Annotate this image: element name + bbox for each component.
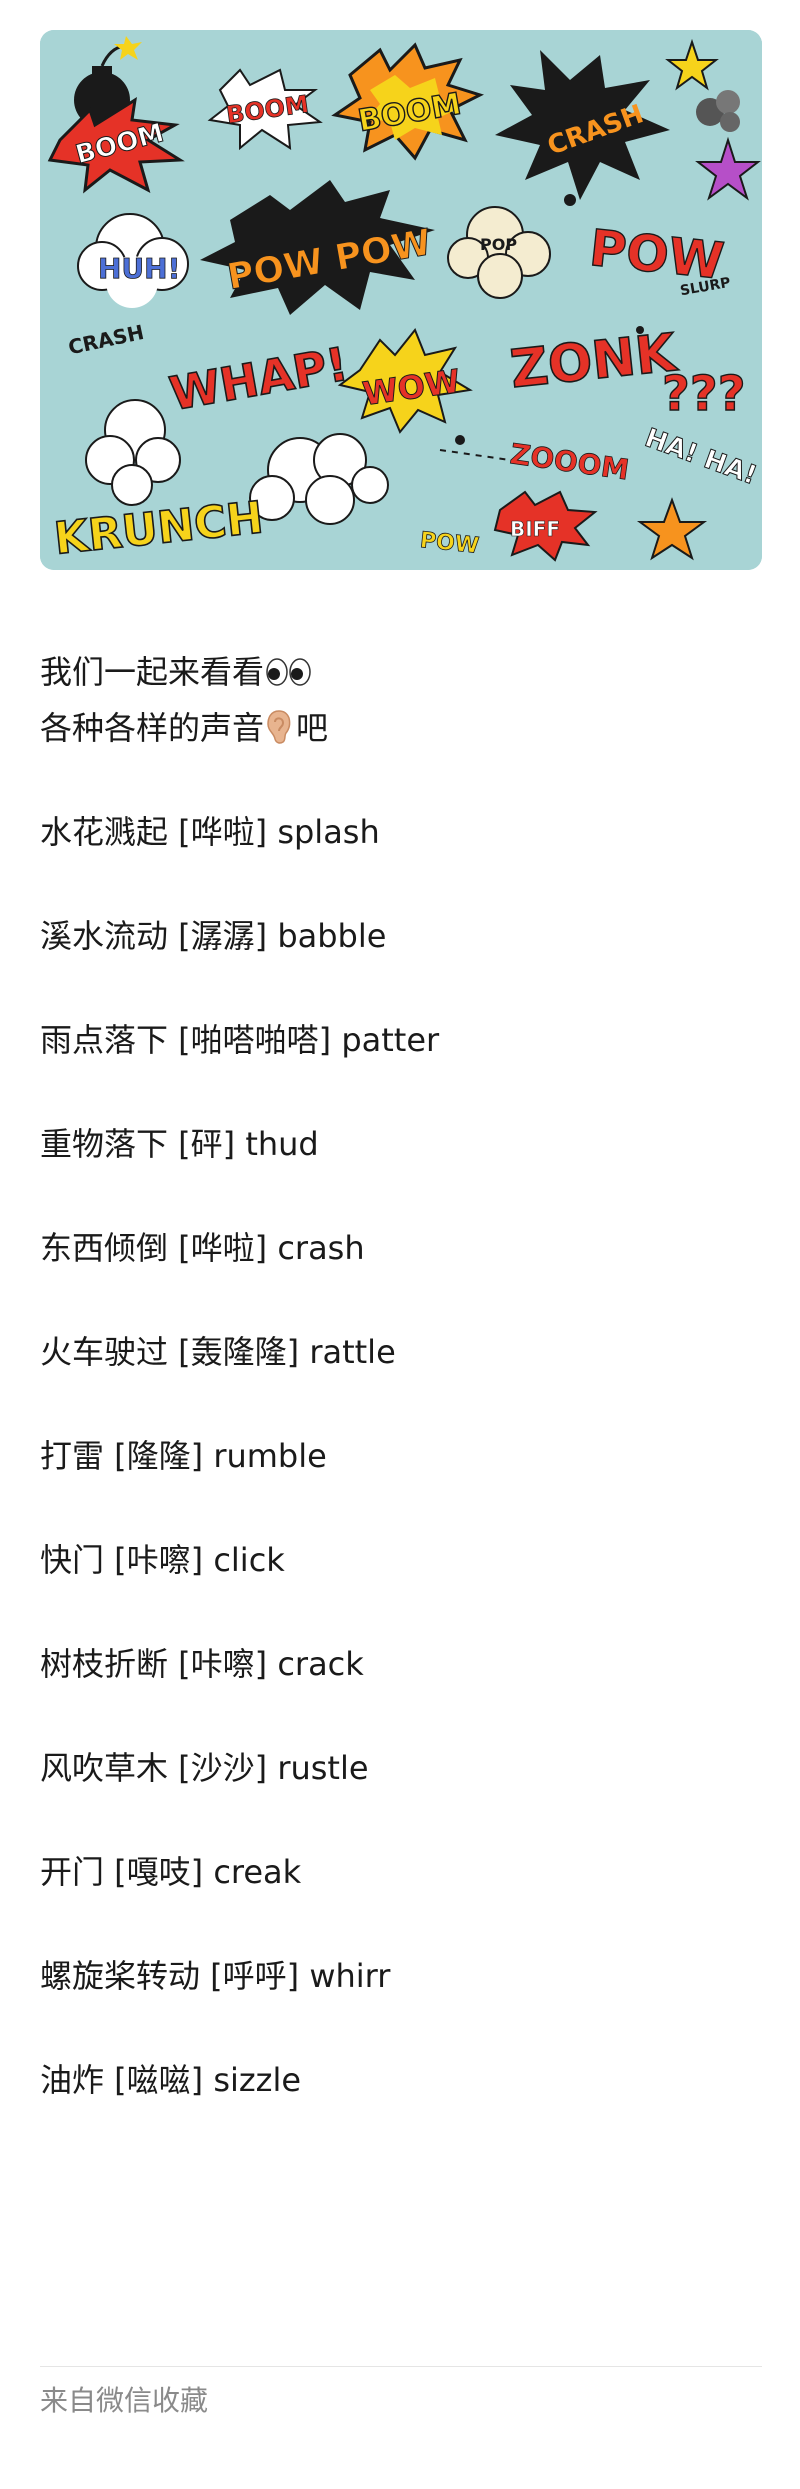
comic-word-biff: BIFF xyxy=(510,517,560,541)
list-item: 树枝折断 [咔嚓] crack xyxy=(40,1645,364,1683)
list-item: 东西倾倒 [哗啦] crash xyxy=(40,1229,365,1267)
sound-list: 水花溅起 [哗啦] splash 溪水流动 [潺潺] babble 雨点落下 [… xyxy=(40,806,760,2158)
comic-word-huh: HUH! xyxy=(98,252,180,285)
list-item: 螺旋桨转动 [呼呼] whirr xyxy=(40,1957,391,1995)
footer-divider xyxy=(40,2366,762,2367)
comic-sound-effects-illustration: BOOM BOOM BOOM CRASH HUH! POW POW POP PO… xyxy=(40,30,762,570)
list-item: 风吹草木 [沙沙] rustle xyxy=(40,1749,369,1787)
intro-line-1: 我们一起来看看 xyxy=(40,646,760,702)
list-item: 重物落下 [砰] thud xyxy=(40,1125,319,1163)
intro-text: 我们一起来看看 各种各样的声音吧 xyxy=(40,646,760,760)
intro-line-2: 各种各样的声音吧 xyxy=(40,702,760,760)
ear-icon xyxy=(267,710,291,744)
eyes-icon xyxy=(266,658,311,686)
list-item: 雨点落下 [啪嗒啪嗒] patter xyxy=(40,1021,440,1059)
list-item: 溪水流动 [潺潺] babble xyxy=(40,917,387,955)
source-label: 来自微信收藏 xyxy=(40,2384,209,2417)
comic-illustration-art: BOOM BOOM BOOM CRASH HUH! POW POW POP PO… xyxy=(40,30,762,570)
comic-word-pop: POP xyxy=(480,235,517,254)
list-item: 油炸 [嗞嗞] sizzle xyxy=(40,2061,302,2099)
intro-line-2-text: 各种各样的声音 xyxy=(40,709,265,747)
list-item: 水花溅起 [哗啦] splash xyxy=(40,813,380,851)
list-item: 打雷 [隆隆] rumble xyxy=(40,1437,327,1475)
ear-emoji-icon xyxy=(266,708,292,760)
list-item: 开门 [嘎吱] creak xyxy=(40,1853,302,1891)
comic-word-question-marks: ??? xyxy=(662,366,746,422)
list-item: 快门 [咔嚓] click xyxy=(40,1541,285,1579)
eyes-emoji-icon xyxy=(266,650,312,702)
intro-line-1-text: 我们一起来看看 xyxy=(40,653,265,691)
intro-line-2-suffix: 吧 xyxy=(296,709,329,747)
list-item: 火车驶过 [轰隆隆] rattle xyxy=(40,1333,396,1371)
